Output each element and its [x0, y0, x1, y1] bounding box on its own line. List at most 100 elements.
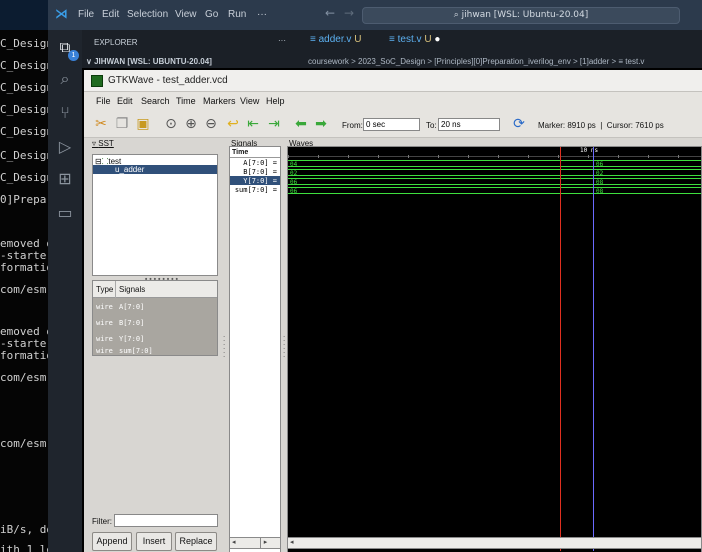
gtkwave-titlebar: GTKWave - test_adder.vcd [84, 70, 702, 92]
sst-tree[interactable]: ⊟⸬test u_adder [92, 154, 218, 276]
terminal-header [0, 0, 48, 30]
explorer-panel-header: EXPLORER ··· ∨ JIHWAN [WSL: UBUNTU-20.04… [82, 30, 296, 68]
menu-more[interactable]: ··· [257, 9, 267, 20]
scroll-left-icon[interactable]: ◂ [232, 538, 236, 546]
terminal-line: C_Design [0, 149, 48, 162]
cursor-line[interactable] [593, 147, 594, 551]
back-arrow-icon[interactable]: ← [325, 6, 335, 20]
signals-pane[interactable]: Time A[7:0] = B[7:0] = Y[7:0] = sum[7:0]… [229, 146, 281, 552]
menu-go[interactable]: Go [205, 9, 218, 20]
sst-label[interactable]: ▿ SST [92, 139, 114, 148]
tree-item-u-adder[interactable]: u_adder [93, 165, 217, 174]
menu-selection[interactable]: Selection [127, 9, 168, 20]
gtk-menu-edit[interactable]: Edit [117, 96, 133, 106]
reload-icon[interactable]: ⟳ [510, 115, 528, 133]
time-ruler-label: 10 ns [580, 147, 599, 154]
wave-signal-name[interactable]: A[7:0] = [243, 159, 277, 167]
to-time-input[interactable]: 20 ns [438, 118, 500, 131]
primary-marker-line[interactable] [560, 147, 561, 551]
gtk-menu-help[interactable]: Help [266, 96, 285, 106]
terminal-line: iB/s, do [0, 523, 48, 536]
marker-cursor-readout: Marker: 8910 ps | Cursor: 7610 ps [538, 121, 664, 130]
workspace-label[interactable]: ∨ JIHWAN [WSL: UBUNTU-20.04] [86, 57, 212, 66]
explorer-more-button[interactable]: ··· [278, 36, 286, 45]
type-column-header[interactable]: Type [96, 285, 113, 294]
terminal-line: formatio [0, 261, 48, 274]
menu-run[interactable]: Run [228, 9, 246, 20]
replace-button[interactable]: Replace [175, 532, 217, 551]
waves-scrollbar[interactable]: ◂ [287, 537, 702, 549]
menu-file[interactable]: File [78, 9, 94, 20]
remote-explorer-icon[interactable]: ▭ [56, 204, 74, 222]
paste-icon[interactable]: ▣ [134, 115, 152, 133]
filter-input[interactable] [114, 514, 218, 527]
terminal-line: C_Design [0, 59, 48, 72]
search-icon: ⌕ [453, 10, 462, 20]
forward-arrow-icon[interactable]: → [344, 6, 354, 20]
append-button[interactable]: Append [92, 532, 132, 551]
gtk-menu-search[interactable]: Search [141, 96, 170, 106]
gtk-menu-time[interactable]: Time [176, 96, 196, 106]
terminal-line: -starte [0, 337, 47, 350]
zoom-to-start-icon[interactable]: ⇤ [244, 115, 262, 133]
terminal-line: C_Design [0, 125, 48, 138]
menu-view[interactable]: View [175, 9, 197, 20]
gtkwave-toolbar: ✂ ❐ ▣ ⊙ ⊕ ⊖ ↩ ⇤ ⇥ ⬅ ➡ From: 0 sec To: 20… [84, 110, 702, 138]
extensions-icon[interactable]: ⊞ [56, 170, 74, 188]
pane-separator[interactable]: · · · · · · [223, 334, 227, 361]
terminal-line: C_Design [0, 171, 48, 184]
zoom-to-end-icon[interactable]: ⇥ [265, 115, 283, 133]
terminal-line: emoved o [0, 237, 48, 250]
wave-value: 06 [290, 179, 298, 186]
wave-value: 02 [290, 170, 298, 177]
tab-test-v[interactable]: ≡ test.v U ● [389, 34, 440, 45]
terminal-panel[interactable]: C_Design C_Design C_Design C_Design C_Design… [0, 0, 48, 552]
zoom-out-icon[interactable]: ⊖ [202, 115, 220, 133]
wave-signal-name[interactable]: B[7:0] = [243, 168, 277, 176]
wave-signal-name[interactable]: sum[7:0] = [235, 186, 277, 194]
terminal-line: com/esm [0, 437, 47, 450]
scroll-right-icon[interactable]: ▸ [260, 538, 270, 548]
terminal-line: com/esm [0, 283, 47, 296]
zoom-undo-icon[interactable]: ↩ [224, 115, 242, 133]
tab-adder-v[interactable]: ≡ adder.v U [310, 34, 361, 45]
zoom-fit-icon[interactable]: ⊙ [162, 115, 180, 133]
waves-pane[interactable]: 10 ns 04 06 02 02 06 08 06 08 [287, 146, 702, 552]
gtkwave-title: GTKWave - test_adder.vcd [108, 75, 228, 86]
from-time-input[interactable]: 0 sec [363, 118, 420, 131]
terminal-line: C_Design [0, 103, 48, 116]
signal-row[interactable]: wire sum[7:0] [93, 347, 217, 356]
terminal-line: C_Design [0, 37, 48, 50]
menu-edit[interactable]: Edit [102, 9, 119, 20]
terminal-line: ith 1 le [0, 543, 48, 552]
signal-list[interactable]: Type Signals wire A[7:0] wire B[7:0] wire Y… [92, 280, 218, 356]
notification-badge: 1 [68, 50, 79, 61]
terminal-line: -starte [0, 249, 47, 262]
signal-row[interactable]: wire Y[7:0] [93, 331, 217, 347]
zoom-in-icon[interactable]: ⊕ [182, 115, 200, 133]
editor-tab-bar: ≡ adder.v U ≡ test.v U ● coursework > 20… [296, 30, 702, 68]
wave-value: 04 [290, 161, 298, 168]
signal-row[interactable]: wire A[7:0] [93, 299, 217, 315]
terminal-line: emoved o [0, 325, 48, 338]
source-control-icon[interactable]: ⑂ [56, 104, 74, 122]
search-activity-icon[interactable]: ⌕ [56, 70, 74, 88]
scroll-left-icon[interactable]: ◂ [290, 538, 294, 546]
signal-row[interactable]: wire B[7:0] [93, 315, 217, 331]
signals-column-header[interactable]: Signals [119, 285, 145, 294]
run-debug-icon[interactable]: ▷ [56, 138, 74, 156]
gtk-menu-file[interactable]: File [96, 96, 111, 106]
gtk-menu-view[interactable]: View [240, 96, 259, 106]
wave-trace-y [288, 178, 701, 185]
gtk-menu-markers[interactable]: Markers [203, 96, 236, 106]
find-next-edge-icon[interactable]: ➡ [312, 115, 330, 133]
signals-scrollbar[interactable]: ◂ ▸ [229, 537, 281, 549]
insert-button[interactable]: Insert [136, 532, 172, 551]
copy-icon[interactable]: ❐ [113, 115, 131, 133]
cut-icon[interactable]: ✂ [92, 115, 110, 133]
filter-label: Filter: [92, 517, 112, 526]
breadcrumb[interactable]: coursework > 2023_SoC_Design > [Principl… [308, 57, 644, 66]
command-center-search[interactable]: ⌕ jihwan [WSL: Ubuntu-20.04] [362, 7, 680, 24]
find-previous-edge-icon[interactable]: ⬅ [292, 115, 310, 133]
wave-signal-name[interactable]: Y[7:0] = [243, 177, 277, 185]
